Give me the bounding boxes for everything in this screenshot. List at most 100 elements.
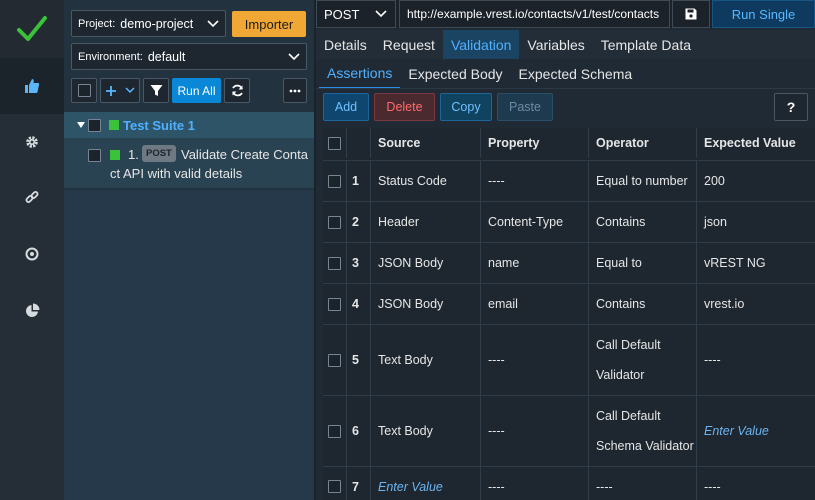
row-checkbox[interactable] (328, 424, 341, 438)
copy-button[interactable]: Copy (440, 93, 492, 121)
test-case-editor: POST http://example.vrest.io/contacts/v1… (316, 0, 815, 500)
row-checkbox[interactable] (328, 297, 341, 311)
tab-template-data[interactable]: Template Data (593, 30, 699, 59)
cell-property[interactable]: ---- (481, 467, 589, 500)
cell-operator[interactable]: Contains (589, 284, 697, 324)
rail-settings[interactable] (0, 114, 64, 170)
cell-expected-value[interactable]: 200 (697, 161, 815, 201)
caret-down-icon[interactable] (76, 121, 86, 129)
environment-value: default (147, 49, 186, 64)
cell-property[interactable]: ---- (481, 396, 589, 466)
suite-checkbox[interactable] (88, 118, 101, 132)
help-button[interactable]: ? (774, 93, 808, 121)
row-index: 5 (347, 325, 371, 395)
table-row[interactable]: 7 Enter Value ---- ---- ---- (323, 466, 815, 500)
table-row[interactable]: 2 Header Content-Type Contains json (323, 201, 815, 242)
importer-button[interactable]: Importer (232, 11, 306, 37)
row-index: 4 (347, 284, 371, 324)
cell-operator[interactable]: Equal to (589, 243, 697, 283)
run-all-button[interactable]: Run All (172, 78, 221, 103)
cell-property[interactable]: name (481, 243, 589, 283)
paste-button[interactable]: Paste (497, 93, 553, 121)
cell-source[interactable]: JSON Body (371, 284, 481, 324)
ellipsis-icon (289, 89, 301, 92)
cell-source[interactable]: JSON Body (371, 243, 481, 283)
header-source: Source (371, 128, 481, 158)
rail-reports[interactable] (0, 282, 64, 338)
cell-expected-value[interactable]: ---- (697, 325, 815, 395)
row-checkbox[interactable] (328, 480, 341, 493)
vrest-logo[interactable] (0, 0, 64, 58)
tab-validation[interactable]: Validation (442, 30, 520, 59)
header-select-cell (323, 128, 347, 158)
testcase-checkbox[interactable] (88, 149, 101, 162)
table-row[interactable]: 6 Text Body ---- Call Default Schema Val… (323, 395, 815, 466)
cell-property[interactable]: email (481, 284, 589, 324)
cell-source[interactable]: Text Body (371, 396, 481, 466)
subtab-assertions[interactable]: Assertions (319, 59, 401, 89)
environment-select[interactable]: Environment: default (71, 43, 307, 70)
select-all-toggle[interactable] (71, 78, 97, 103)
table-row[interactable]: 5 Text Body ---- Call Default Validator … (323, 324, 815, 395)
validation-subtabs: Assertions Expected Body Expected Schema (316, 59, 815, 89)
row-checkbox[interactable] (328, 174, 341, 188)
cell-source[interactable]: Status Code (371, 161, 481, 201)
refresh-icon (231, 84, 243, 97)
cell-expected-value[interactable]: vrest.io (697, 284, 815, 324)
environment-label: Environment: (78, 50, 143, 63)
add-menu-button[interactable] (100, 78, 140, 103)
suite-name: Test Suite 1 (123, 117, 196, 133)
table-row[interactable]: 3 JSON Body name Equal to vREST NG (323, 242, 815, 283)
floppy-disk-icon (685, 8, 697, 20)
cell-source[interactable]: Text Body (371, 325, 481, 395)
subtab-expected-body[interactable]: Expected Body (400, 59, 510, 89)
tree-suite-row[interactable]: Test Suite 1 (64, 112, 314, 138)
cell-operator[interactable]: Call Default Validator (589, 325, 697, 395)
tab-details[interactable]: Details (316, 30, 375, 59)
cell-operator[interactable]: ---- (589, 467, 697, 500)
tree-testcase-row[interactable]: 1. POST Validate Create Conta ct API wit… (64, 138, 314, 188)
header-checkbox[interactable] (328, 136, 341, 150)
cell-operator[interactable]: Call Default Schema Validator (589, 396, 697, 466)
cell-expected-value-placeholder[interactable]: Enter Value (697, 396, 815, 466)
refresh-button[interactable] (224, 78, 250, 103)
project-select[interactable]: Project: demo-project (71, 10, 226, 37)
select-all-checkbox[interactable] (77, 84, 91, 97)
cell-property[interactable]: ---- (481, 325, 589, 395)
add-button[interactable]: Add (323, 93, 369, 121)
row-checkbox[interactable] (328, 256, 341, 270)
cell-source-placeholder[interactable]: Enter Value (371, 467, 481, 500)
cell-expected-value[interactable]: ---- (697, 467, 815, 500)
tab-request[interactable]: Request (375, 30, 443, 59)
row-checkbox[interactable] (328, 215, 341, 229)
url-input[interactable]: http://example.vrest.io/contacts/v1/test… (399, 0, 670, 28)
method-select[interactable]: POST (316, 0, 396, 28)
filter-button[interactable] (143, 78, 169, 103)
save-button[interactable] (672, 0, 710, 28)
cell-expected-value[interactable]: vREST NG (697, 243, 815, 283)
run-single-button[interactable]: Run Single (712, 0, 815, 28)
cell-expected-value[interactable]: json (697, 202, 815, 242)
table-row[interactable]: 1 Status Code ---- Equal to number 200 (323, 160, 815, 201)
chevron-down-icon (207, 19, 219, 27)
method-value: POST (324, 6, 360, 22)
thumbs-up-icon (25, 79, 40, 93)
row-checkbox[interactable] (328, 353, 341, 367)
rail-help[interactable] (0, 226, 64, 282)
testcase-status-indicator (110, 150, 120, 160)
tab-variables[interactable]: Variables (519, 30, 592, 59)
table-row[interactable]: 4 JSON Body email Contains vrest.io (323, 283, 815, 324)
subtab-expected-schema[interactable]: Expected Schema (511, 59, 641, 89)
cell-operator[interactable]: Equal to number (589, 161, 697, 201)
pie-chart-icon (25, 303, 39, 317)
cell-operator[interactable]: Contains (589, 202, 697, 242)
rail-test-cases[interactable] (0, 58, 64, 114)
header-property: Property (481, 128, 589, 158)
cell-source[interactable]: Header (371, 202, 481, 242)
cell-property[interactable]: Content-Type (481, 202, 589, 242)
cell-property[interactable]: ---- (481, 161, 589, 201)
table-header-row: Source Property Operator Expected Value (323, 128, 815, 158)
rail-links[interactable] (0, 170, 64, 226)
more-options-button[interactable] (283, 78, 307, 103)
delete-button[interactable]: Delete (374, 93, 435, 121)
